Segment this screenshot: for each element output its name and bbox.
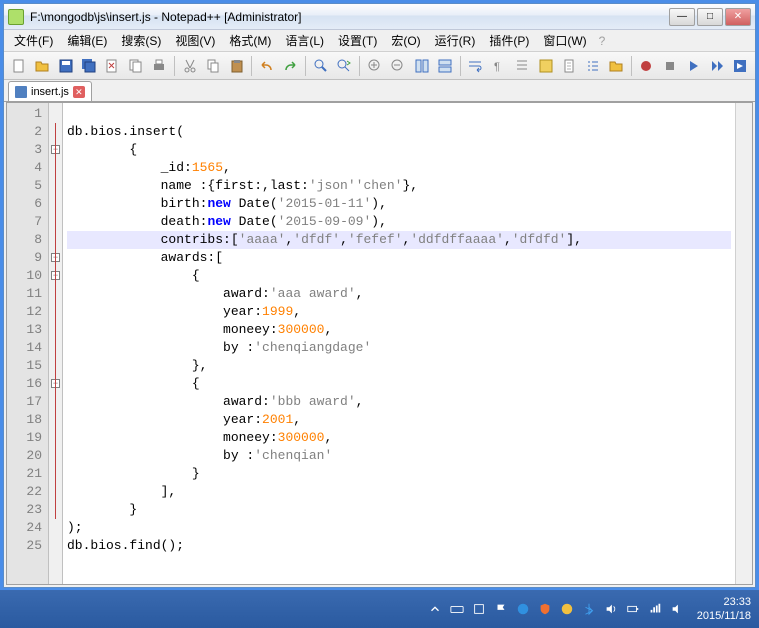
menu-run[interactable]: 运行(R) — [429, 30, 482, 51]
stop-macro-icon[interactable] — [659, 55, 680, 77]
menu-file[interactable]: 文件(F) — [8, 30, 59, 51]
file-tab-icon — [15, 86, 27, 98]
menu-search[interactable]: 搜索(S) — [115, 30, 167, 51]
tray-flag-icon[interactable] — [493, 601, 509, 617]
playback-multi-icon[interactable] — [706, 55, 727, 77]
find-icon[interactable] — [310, 55, 331, 77]
print-icon[interactable] — [149, 55, 170, 77]
tray-keyboard-icon[interactable] — [449, 601, 465, 617]
doc-map-icon[interactable] — [558, 55, 579, 77]
tray-action-icon[interactable] — [471, 601, 487, 617]
tray-shield-icon[interactable] — [537, 601, 553, 617]
user-lang-icon[interactable] — [535, 55, 556, 77]
tray-app1-icon[interactable] — [515, 601, 531, 617]
wordwrap-icon[interactable] — [465, 55, 486, 77]
folder-panel-icon[interactable] — [605, 55, 626, 77]
tray-warn-icon[interactable] — [559, 601, 575, 617]
close-file-icon[interactable] — [102, 55, 123, 77]
paste-icon[interactable] — [226, 55, 247, 77]
save-macro-icon[interactable] — [730, 55, 751, 77]
menu-settings[interactable]: 设置(T) — [332, 30, 383, 51]
sync-h-icon[interactable] — [434, 55, 455, 77]
save-all-icon[interactable] — [78, 55, 99, 77]
menubar: 文件(F) 编辑(E) 搜索(S) 视图(V) 格式(M) 语言(L) 设置(T… — [4, 30, 755, 52]
fold-margin[interactable]: −−−− — [49, 103, 63, 584]
file-tab-label: insert.js — [31, 86, 69, 98]
menu-macro[interactable]: 宏(O) — [385, 30, 426, 51]
func-list-icon[interactable] — [582, 55, 603, 77]
titlebar[interactable]: F:\mongodb\js\insert.js - Notepad++ [Adm… — [4, 4, 755, 30]
toolbar-separator — [251, 56, 252, 76]
close-button[interactable]: ✕ — [725, 8, 751, 26]
save-icon[interactable] — [55, 55, 76, 77]
clock-time: 23:33 — [697, 595, 751, 609]
toolbar-separator — [460, 56, 461, 76]
clock-date: 2015/11/18 — [697, 609, 751, 623]
tray-power-icon[interactable] — [625, 601, 641, 617]
play-macro-icon[interactable] — [683, 55, 704, 77]
vertical-scrollbar[interactable] — [735, 103, 752, 584]
redo-icon[interactable] — [280, 55, 301, 77]
taskbar[interactable]: 23:33 2015/11/18 — [0, 590, 759, 628]
toolbar-separator — [359, 56, 360, 76]
record-macro-icon[interactable] — [636, 55, 657, 77]
tray-network-icon[interactable] — [647, 601, 663, 617]
zoom-out-icon[interactable] — [387, 55, 408, 77]
menu-language[interactable]: 语言(L) — [279, 30, 330, 51]
close-all-icon[interactable] — [125, 55, 146, 77]
zoom-in-icon[interactable] — [364, 55, 385, 77]
show-all-chars-icon[interactable]: ¶ — [488, 55, 509, 77]
tray-sound-icon[interactable] — [669, 601, 685, 617]
menu-plugins[interactable]: 插件(P) — [483, 30, 535, 51]
code-area[interactable]: db.bios.insert( { _id:1565, name :{first… — [63, 103, 735, 584]
tray-bluetooth-icon[interactable] — [581, 601, 597, 617]
tabbar: insert.js ✕ — [4, 80, 755, 102]
maximize-button[interactable]: □ — [697, 8, 723, 26]
menu-window[interactable]: 窗口(W) — [537, 30, 592, 51]
menu-help[interactable]: ? — [599, 34, 606, 48]
open-file-icon[interactable] — [31, 55, 52, 77]
new-file-icon[interactable] — [8, 55, 29, 77]
file-tab[interactable]: insert.js ✕ — [8, 81, 92, 101]
minimize-button[interactable]: — — [669, 8, 695, 26]
toolbar-separator — [631, 56, 632, 76]
menu-view[interactable]: 视图(V) — [169, 30, 221, 51]
replace-icon[interactable] — [334, 55, 355, 77]
window-title: F:\mongodb\js\insert.js - Notepad++ [Adm… — [30, 10, 669, 24]
menu-format[interactable]: 格式(M) — [223, 30, 277, 51]
toolbar-separator — [305, 56, 306, 76]
window-controls: — □ ✕ — [669, 8, 751, 26]
tray-up-icon[interactable] — [427, 601, 443, 617]
app-icon — [8, 9, 24, 25]
copy-icon[interactable] — [202, 55, 223, 77]
toolbar-separator — [174, 56, 175, 76]
cut-icon[interactable] — [179, 55, 200, 77]
tray-volume-icon[interactable] — [603, 601, 619, 617]
sync-v-icon[interactable] — [411, 55, 432, 77]
undo-icon[interactable] — [256, 55, 277, 77]
menu-edit[interactable]: 编辑(E) — [61, 30, 113, 51]
toolbar: ¶ — [4, 52, 755, 80]
svg-text:¶: ¶ — [494, 61, 500, 73]
indent-guide-icon[interactable] — [512, 55, 533, 77]
app-window: F:\mongodb\js\insert.js - Notepad++ [Adm… — [3, 3, 756, 588]
taskbar-clock[interactable]: 23:33 2015/11/18 — [697, 595, 751, 623]
line-gutter: 1234567891011121314151617181920212223242… — [7, 103, 49, 584]
tab-close-icon[interactable]: ✕ — [73, 86, 85, 98]
editor[interactable]: 1234567891011121314151617181920212223242… — [6, 102, 753, 585]
